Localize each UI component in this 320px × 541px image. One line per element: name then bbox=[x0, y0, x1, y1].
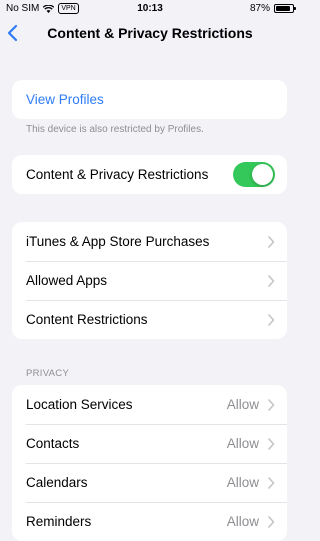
status-bar: No SIM VPN 10:13 87% bbox=[0, 0, 300, 18]
nav-bar: Content & Privacy Restrictions bbox=[0, 18, 300, 50]
list-item-label: Calendars bbox=[26, 475, 88, 490]
itunes-app-store-purchases-item[interactable]: iTunes & App Store Purchases bbox=[12, 222, 287, 261]
chevron-right-icon bbox=[268, 274, 275, 287]
calendars-item[interactable]: Calendars Allow bbox=[12, 463, 287, 502]
privacy-group: Location Services Allow Contacts Allow C… bbox=[12, 385, 287, 541]
profiles-footer-note: This device is also restricted by Profil… bbox=[26, 124, 204, 135]
reminders-item[interactable]: Reminders Allow bbox=[12, 502, 287, 541]
contacts-item[interactable]: Contacts Allow bbox=[12, 424, 287, 463]
restrictions-toggle-switch[interactable] bbox=[233, 162, 275, 187]
chevron-right-icon bbox=[268, 515, 275, 528]
list-item-value: Allow bbox=[226, 475, 259, 490]
chevron-right-icon bbox=[268, 476, 275, 489]
status-right: 87% bbox=[249, 3, 296, 14]
list-item-label: Content Restrictions bbox=[26, 312, 148, 327]
allowed-apps-item[interactable]: Allowed Apps bbox=[12, 261, 287, 300]
list-item-value: Allow bbox=[226, 514, 259, 529]
privacy-section-header: PRIVACY bbox=[26, 368, 70, 379]
profiles-group: View Profiles bbox=[12, 80, 287, 119]
content-restrictions-item[interactable]: Content Restrictions bbox=[12, 300, 287, 339]
view-profiles-link[interactable]: View Profiles bbox=[12, 80, 287, 119]
list-item-label: Reminders bbox=[26, 514, 92, 529]
chevron-right-icon bbox=[268, 398, 275, 411]
chevron-right-icon bbox=[268, 235, 275, 248]
list-item-label: Allowed Apps bbox=[26, 273, 108, 288]
battery-fill bbox=[276, 6, 290, 11]
list-item-label: Location Services bbox=[26, 397, 133, 412]
list-item-label: iTunes & App Store Purchases bbox=[26, 234, 210, 249]
toggle-knob bbox=[252, 164, 273, 185]
list-item-value: Allow bbox=[226, 397, 259, 412]
restrictions-toggle-row: Content & Privacy Restrictions bbox=[12, 155, 287, 194]
battery-icon bbox=[274, 4, 296, 13]
restrictions-toggle-group: Content & Privacy Restrictions bbox=[12, 155, 287, 194]
list-item-value: Allow bbox=[226, 436, 259, 451]
chevron-right-icon bbox=[268, 313, 275, 326]
location-services-item[interactable]: Location Services Allow bbox=[12, 385, 287, 424]
list-item-label: Contacts bbox=[26, 436, 80, 451]
store-settings-group: iTunes & App Store Purchases Allowed App… bbox=[12, 222, 287, 339]
page-title: Content & Privacy Restrictions bbox=[47, 25, 253, 41]
battery-percent: 87% bbox=[249, 3, 270, 14]
chevron-right-icon bbox=[268, 437, 275, 450]
view-profiles-label: View Profiles bbox=[26, 92, 104, 107]
